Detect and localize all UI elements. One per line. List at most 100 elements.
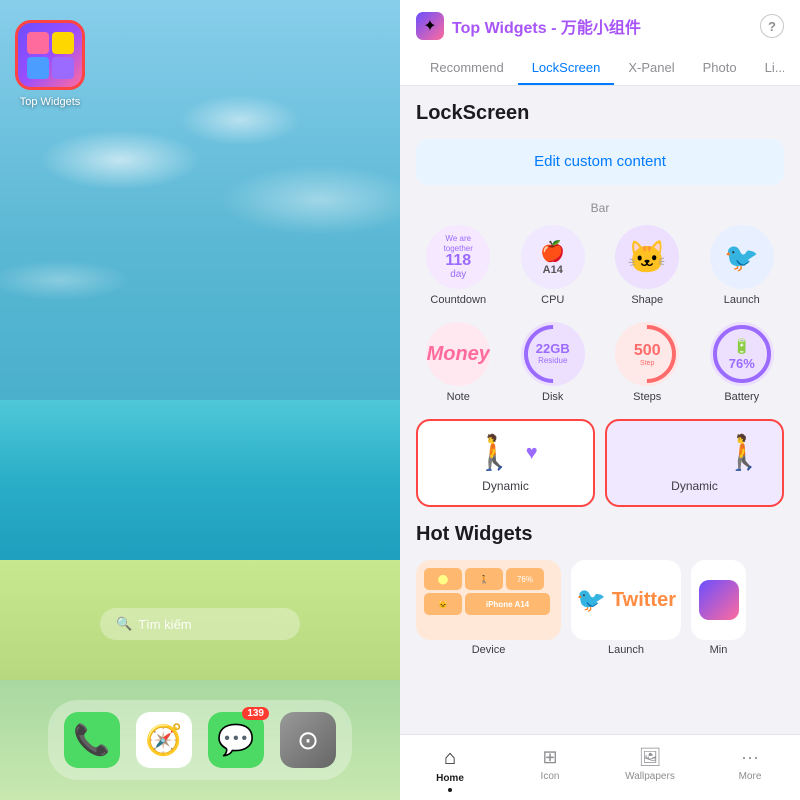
icon-square-yellow: [52, 32, 74, 54]
icon-square-purple: [52, 57, 74, 79]
tab-more[interactable]: Li...: [751, 52, 784, 85]
battery-label: Battery: [724, 391, 759, 403]
home-tab-indicator: [448, 788, 452, 792]
bottom-nav-icon[interactable]: ⊞ Icon: [500, 743, 600, 796]
tab-xpanel[interactable]: X-Panel: [614, 52, 688, 85]
steps-circle: 500 Step: [615, 322, 679, 386]
dynamic-figure-right: 🚶: [723, 433, 765, 473]
launch-twitter-icon: 🐦: [724, 241, 759, 274]
disk-label: Disk: [542, 391, 563, 403]
partial-app-card: [691, 560, 746, 640]
widget-launch[interactable]: 🐦 Launch: [700, 225, 785, 306]
shape-circle: 🐱: [615, 225, 679, 289]
bottom-nav-wallpapers[interactable]: 🖼 Wallpapers: [600, 743, 700, 796]
widget-shape[interactable]: 🐱 Shape: [605, 225, 690, 306]
more-nav-icon: ···: [741, 747, 759, 768]
app-title-left: ✦ Top Widgets - 万能小组件: [416, 12, 641, 40]
edit-custom-content-button[interactable]: Edit custom content: [416, 139, 784, 185]
dock-phone-icon[interactable]: 📞: [64, 712, 120, 768]
dock-safari-icon[interactable]: 🧭: [136, 712, 192, 768]
widget-grid-row2: Money Note 22GB Residue Disk: [416, 322, 784, 403]
dynamic-label-left: Dynamic: [482, 479, 529, 493]
dock-camera-icon[interactable]: ⊙: [280, 712, 336, 768]
widget-countdown[interactable]: We are together 118 day Countdown: [416, 225, 501, 306]
cpu-circle: 🍎 A14: [521, 225, 585, 289]
nav-tabs: Recommend LockScreen X-Panel Photo Li...: [416, 52, 784, 85]
more-nav-label: More: [739, 771, 762, 782]
launch-label: Launch: [724, 294, 760, 306]
bottom-nav-home[interactable]: ⌂ Home: [400, 743, 500, 796]
hot-widgets-row: ⬤ 🚶 76% 🐱 iPhone A14 Device: [416, 560, 784, 656]
dynamic-section: 🚶 ♥ Dynamic 🚶 Dynamic: [416, 419, 784, 507]
wallpapers-nav-icon: 🖼: [639, 747, 662, 768]
bar-label: Bar: [416, 201, 784, 215]
dynamic-figure-left: 🚶: [473, 433, 515, 473]
dynamic-card-right[interactable]: 🚶 Dynamic: [605, 419, 784, 507]
app-content: LockScreen Edit custom content Bar We ar…: [400, 86, 800, 734]
app-title: Top Widgets - 万能小组件: [452, 14, 641, 38]
dynamic-heart-icon: ♥: [526, 442, 538, 465]
tab-photo[interactable]: Photo: [689, 52, 751, 85]
safari-icon: 🧭: [145, 723, 182, 758]
app-logo-icon: ✦: [416, 12, 444, 40]
widget-disk[interactable]: 22GB Residue Disk: [511, 322, 596, 403]
dynamic-card-right-inner: 🚶: [619, 433, 770, 473]
messages-icon: 💬: [217, 723, 254, 758]
search-bar[interactable]: 🔍 Tìm kiếm: [100, 608, 300, 640]
steps-sublabel: Step: [640, 360, 654, 367]
widget-cpu[interactable]: 🍎 A14 CPU: [511, 225, 596, 306]
hot-twitter-label: Launch: [608, 644, 644, 656]
camera-icon: ⊙: [297, 725, 319, 756]
home-screen-panel: Top Widgets 🔍 Tìm kiếm 📞 🧭 💬 139 ⊙: [0, 0, 400, 800]
partial-app-logo: [699, 580, 739, 620]
launch-circle: 🐦: [710, 225, 774, 289]
steps-value: 500: [634, 342, 661, 360]
widget-grid-row1: We are together 118 day Countdown 🍎 A14 …: [416, 225, 784, 306]
hot-item-device[interactable]: ⬤ 🚶 76% 🐱 iPhone A14 Device: [416, 560, 561, 656]
edit-button-label: Edit custom content: [534, 153, 666, 170]
twitter-text: Twitter: [612, 589, 676, 612]
device-cell-1: ⬤: [424, 568, 462, 590]
hot-item-partial[interactable]: Min: [691, 560, 746, 656]
countdown-circle: We are together 118 day: [426, 225, 490, 289]
battery-ring: [713, 325, 771, 383]
device-cell-4: 🐱: [424, 593, 462, 615]
money-text: Money: [427, 343, 490, 366]
search-placeholder: Tìm kiếm: [138, 617, 191, 632]
hot-item-twitter[interactable]: 🐦 Twitter Launch: [571, 560, 681, 656]
tab-lockscreen[interactable]: LockScreen: [518, 52, 615, 85]
dynamic-card-left[interactable]: 🚶 ♥ Dynamic: [416, 419, 595, 507]
app-header: ✦ Top Widgets - 万能小组件 ? Recommend LockSc…: [400, 0, 800, 86]
icon-square-pink: [27, 32, 49, 54]
dynamic-label-right: Dynamic: [671, 479, 718, 493]
bottom-nav: ⌂ Home ⊞ Icon 🖼 Wallpapers ··· More: [400, 734, 800, 800]
search-icon: 🔍: [116, 616, 132, 632]
cpu-model: A14: [543, 264, 563, 276]
icon-nav-label: Icon: [541, 771, 560, 782]
countdown-number: 118: [430, 253, 486, 269]
top-widgets-app-icon[interactable]: [15, 20, 85, 90]
app-icon-label: Top Widgets: [20, 96, 81, 108]
home-nav-icon: ⌂: [444, 747, 456, 770]
widget-steps[interactable]: 500 Step Steps: [605, 322, 690, 403]
app-icon-wrapper[interactable]: Top Widgets: [15, 20, 85, 90]
hot-widgets-title: Hot Widgets: [416, 523, 784, 546]
app-panel: ✦ Top Widgets - 万能小组件 ? Recommend LockSc…: [400, 0, 800, 800]
countdown-together-text: We are together: [430, 234, 486, 253]
widget-battery[interactable]: 🔋 76% Battery: [700, 322, 785, 403]
shape-label: Shape: [631, 294, 663, 306]
dock-messages-icon[interactable]: 💬 139: [208, 712, 264, 768]
tab-recommend[interactable]: Recommend: [416, 52, 518, 85]
widget-note[interactable]: Money Note: [416, 322, 501, 403]
twitter-launch-card: 🐦 Twitter: [571, 560, 681, 640]
home-nav-label: Home: [436, 773, 464, 784]
hot-partial-label: Min: [710, 644, 728, 656]
shape-cat-icon: 🐱: [627, 238, 667, 276]
messages-badge: 139: [242, 707, 269, 720]
cpu-label: CPU: [541, 294, 564, 306]
bottom-nav-more[interactable]: ··· More: [700, 743, 800, 796]
icon-square-blue: [27, 57, 49, 79]
device-cell-2: 🚶: [465, 568, 503, 590]
dock: 📞 🧭 💬 139 ⊙: [48, 700, 352, 780]
help-button[interactable]: ?: [760, 14, 784, 38]
